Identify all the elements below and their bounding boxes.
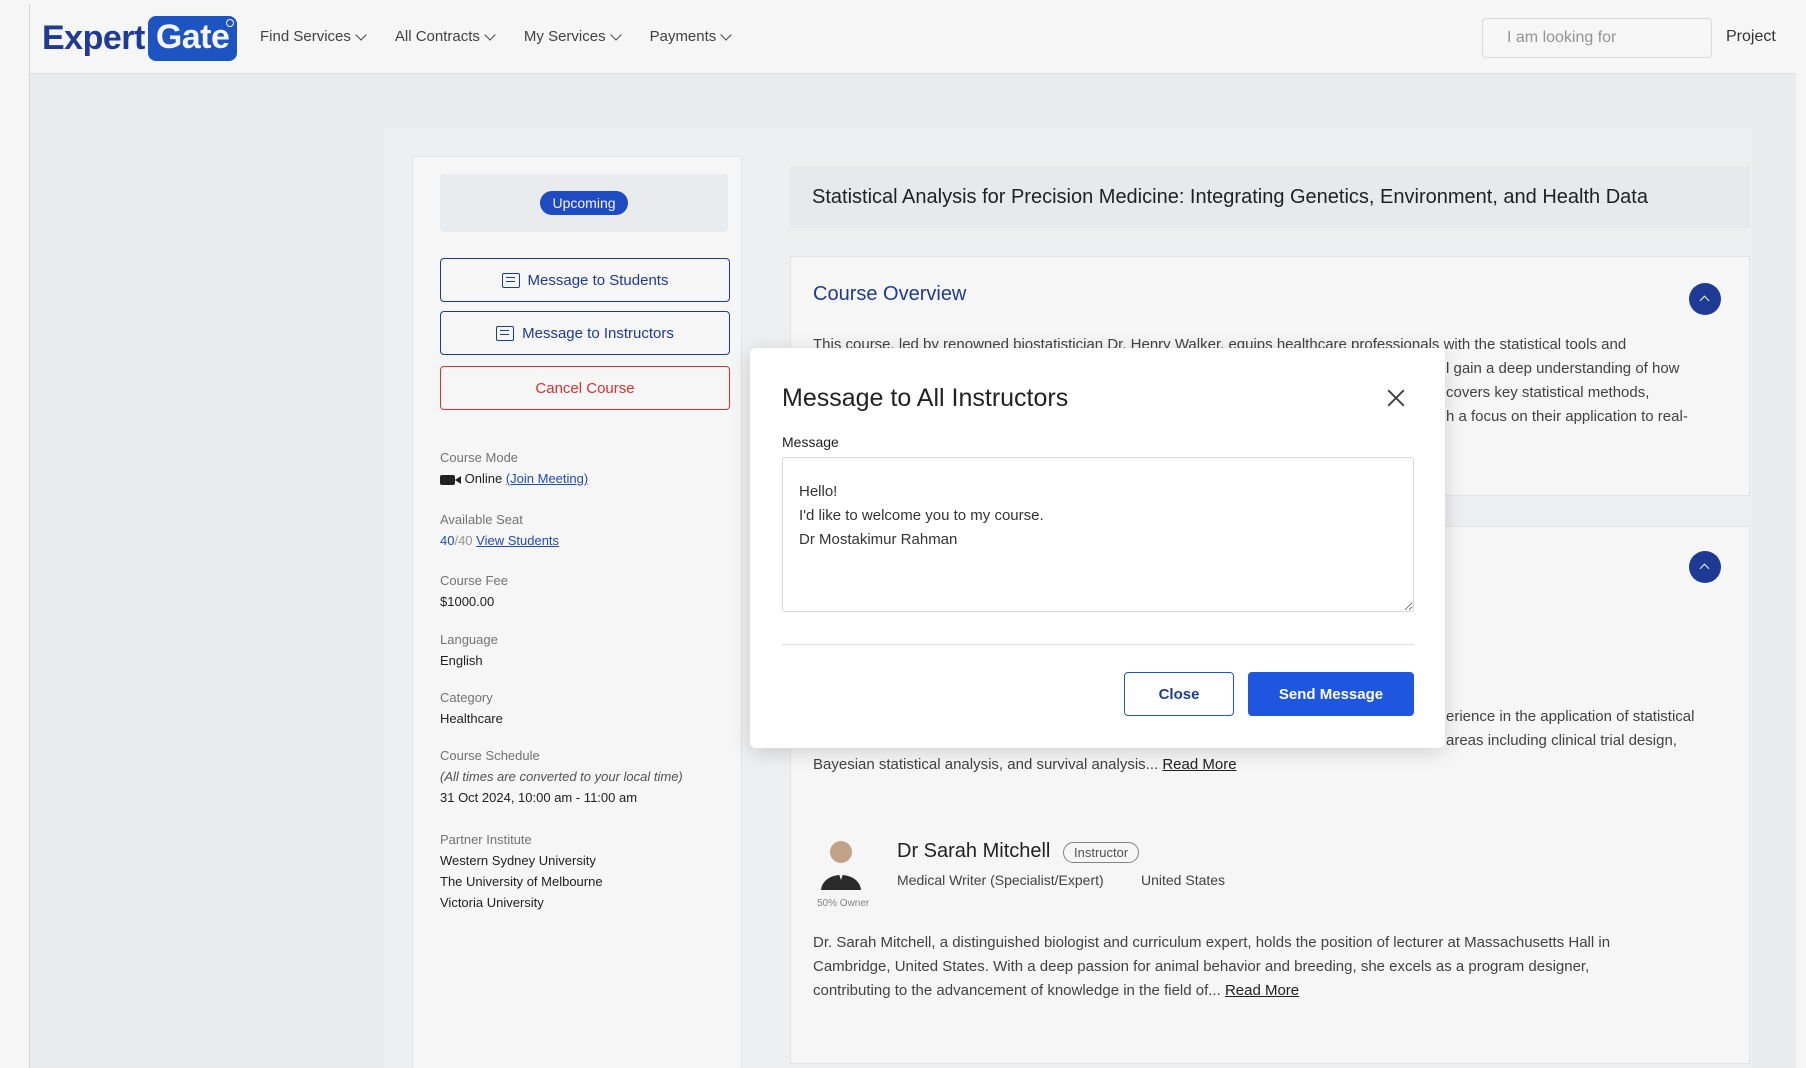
modal-title: Message to All Instructors [782,384,1069,412]
send-message-button[interactable]: Send Message [1248,672,1414,716]
close-button[interactable]: Close [1124,672,1234,716]
message-textarea[interactable]: Hello! I'd like to welcome you to my cou… [782,457,1414,612]
message-label: Message [782,434,839,450]
modal-divider [782,644,1414,645]
close-icon[interactable] [1384,386,1408,410]
message-instructors-modal: Message to All Instructors Message Hello… [750,348,1445,748]
